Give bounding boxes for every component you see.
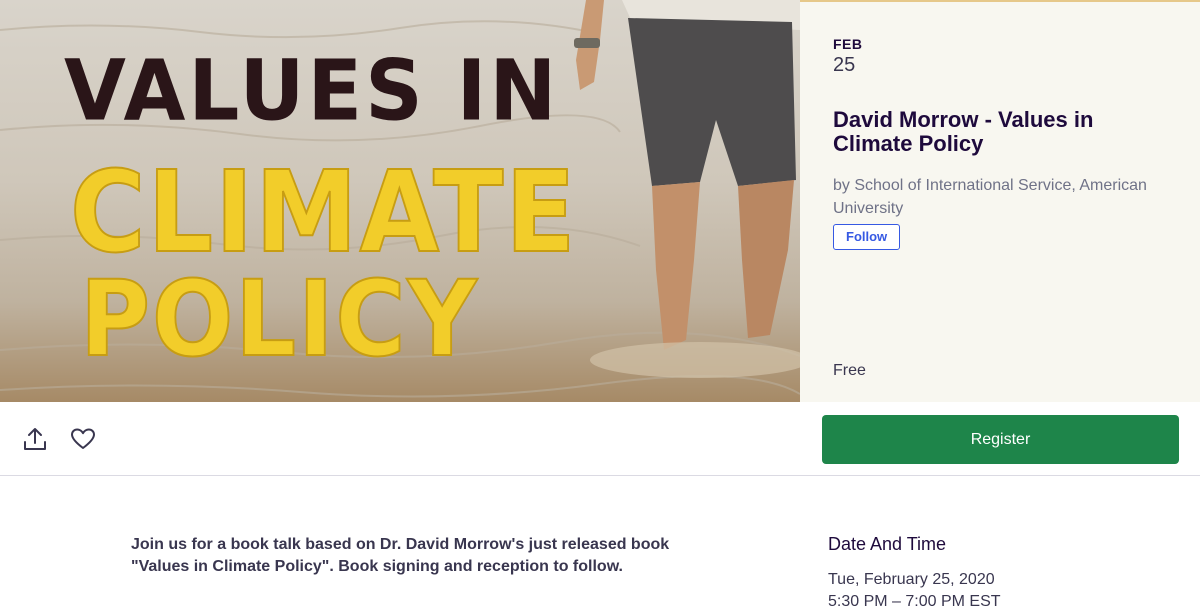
event-title: David Morrow - Values in Climate Policy xyxy=(833,107,1094,156)
event-hero: VALUES IN CLIMATE POLICY FEB 25 David Mo… xyxy=(0,0,1200,402)
event-date-day: 25 xyxy=(833,54,856,76)
event-description: Join us for a book talk based on Dr. Dav… xyxy=(131,534,731,578)
event-price: Free xyxy=(833,362,866,379)
heart-icon xyxy=(71,428,95,449)
description-line: Join us for a book talk based on Dr. Dav… xyxy=(131,536,670,553)
follow-button[interactable]: Follow xyxy=(833,224,901,250)
like-button[interactable] xyxy=(69,425,97,453)
event-action-bar: Register xyxy=(0,402,1200,476)
register-button[interactable]: Register xyxy=(822,415,1179,464)
event-time-range: 5:30 PM – 7:00 PM EST xyxy=(828,593,1001,610)
event-summary-panel: FEB 25 David Morrow - Values in Climate … xyxy=(800,0,1200,402)
date-and-time-heading: Date And Time xyxy=(828,534,947,554)
description-line: "Values in Climate Policy". Book signing… xyxy=(131,558,623,575)
share-upload-icon xyxy=(24,428,46,450)
event-organizer[interactable]: by School of International Service, Amer… xyxy=(833,174,1163,220)
event-cover-image: VALUES IN CLIMATE POLICY xyxy=(0,0,800,402)
cover-illustration xyxy=(0,0,800,398)
event-date-full: Tue, February 25, 2020 xyxy=(828,571,995,588)
event-date-month: FEB xyxy=(833,36,863,52)
share-button[interactable] xyxy=(21,425,49,453)
